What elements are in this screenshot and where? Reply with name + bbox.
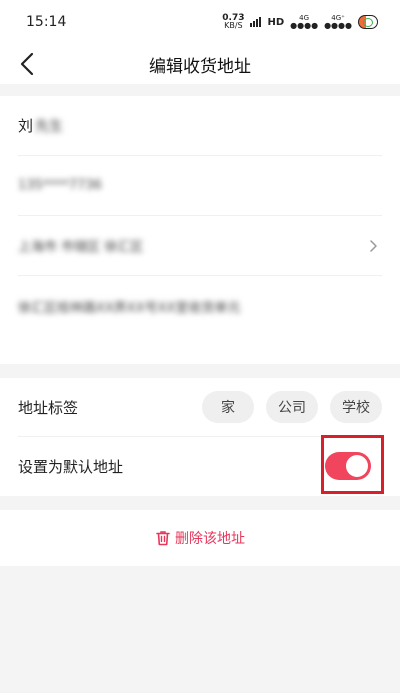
phone-value: 135****7736: [18, 178, 102, 193]
delete-address-button[interactable]: 删除该地址: [0, 510, 400, 566]
network-speed: 0.73 KB/S: [222, 13, 245, 30]
back-button[interactable]: [14, 48, 40, 80]
tag-school[interactable]: 学校: [330, 391, 382, 423]
name-field[interactable]: 刘 先生: [18, 96, 382, 156]
tag-home[interactable]: 家: [202, 391, 254, 423]
trash-icon: [156, 531, 170, 546]
name-value: 刘: [18, 117, 34, 135]
wifi-signal-icon: [250, 17, 262, 27]
status-bar: 15:14 0.73 KB/S HD 4G ●●●● 4G⁺ ●●●●: [0, 0, 400, 44]
signal-4g-icon: 4G ●●●●: [290, 14, 319, 30]
signal-4g-plus-icon: 4G⁺ ●●●●: [324, 14, 352, 30]
detail-address-field[interactable]: 徐汇区桂林路XX弄XX号XX室收货单元: [18, 276, 382, 336]
chevron-right-icon: [370, 239, 377, 252]
region-field[interactable]: 上海市 市辖区 徐汇区: [18, 216, 382, 276]
hd-badge: HD: [267, 16, 285, 28]
battery-icon: [358, 15, 378, 29]
status-icons: 0.73 KB/S HD 4G ●●●● 4G⁺ ●●●●: [222, 14, 378, 30]
settings-card: 地址标签 家 公司 学校 设置为默认地址: [0, 378, 400, 496]
detail-address-value: 徐汇区桂林路XX弄XX号XX室收货单元: [18, 300, 241, 316]
page-title: 编辑收货地址: [149, 56, 251, 77]
address-tag-label: 地址标签: [18, 398, 79, 417]
toggle-knob: [346, 455, 368, 477]
tag-company[interactable]: 公司: [266, 391, 318, 423]
tag-list: 家 公司 学校: [202, 391, 382, 423]
delete-address-label: 删除该地址: [175, 531, 245, 547]
nav-header: 编辑收货地址: [0, 44, 400, 84]
default-address-label: 设置为默认地址: [18, 458, 124, 476]
default-address-toggle[interactable]: [325, 452, 371, 480]
default-address-row: 设置为默认地址: [18, 435, 384, 496]
chevron-left-icon: [20, 52, 34, 76]
address-form-card: 刘 先生 135****7736 上海市 市辖区 徐汇区 徐汇区桂林路XX弄XX…: [0, 96, 400, 364]
status-time: 15:14: [26, 14, 67, 30]
name-blurred: 先生: [35, 118, 64, 135]
address-tag-row: 地址标签 家 公司 学校: [18, 378, 382, 437]
region-value: 上海市 市辖区 徐汇区: [18, 240, 144, 255]
phone-field[interactable]: 135****7736: [18, 156, 382, 216]
